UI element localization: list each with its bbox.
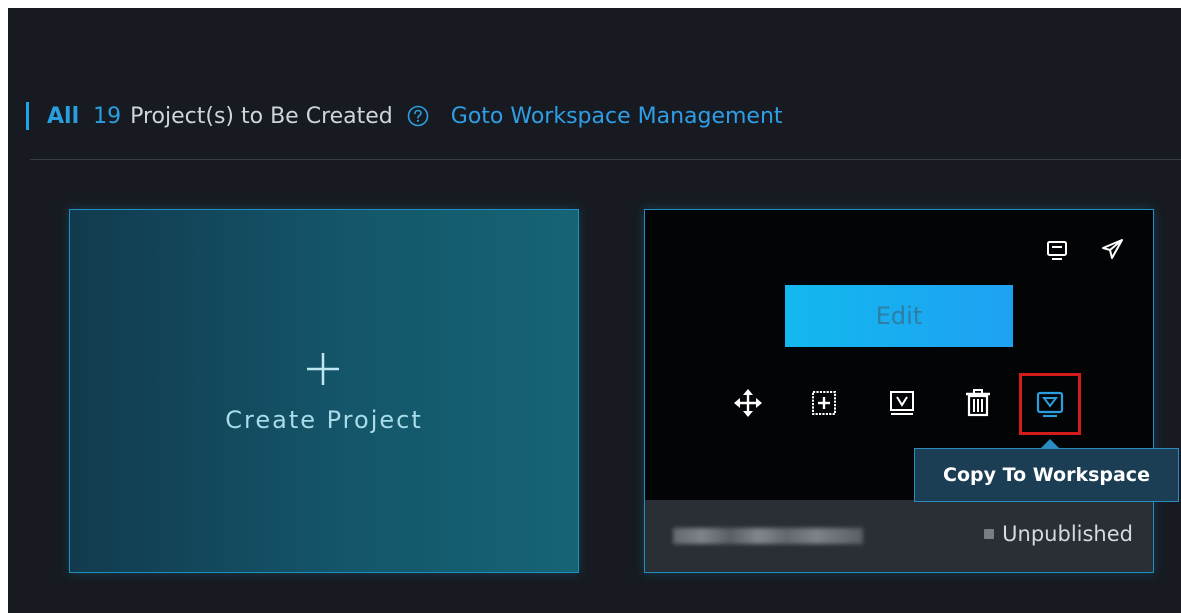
create-project-card[interactable]: Create Project: [69, 209, 579, 573]
preview-icon[interactable]: [887, 388, 917, 418]
filter-all-tab[interactable]: All: [47, 104, 79, 129]
move-icon[interactable]: [733, 388, 763, 418]
delete-icon[interactable]: [963, 388, 993, 418]
card-footer: Unpublished: [645, 500, 1153, 572]
header-divider: [30, 159, 1181, 160]
screen-icon[interactable]: [1045, 238, 1069, 262]
project-name-redacted: [673, 528, 863, 544]
goto-workspace-management-link[interactable]: Goto Workspace Management: [451, 104, 783, 129]
workspace-canvas: All 19 Project(s) to Be Created Goto Wor…: [8, 8, 1181, 613]
header-accent-bar: [26, 102, 29, 130]
copy-to-workspace-tooltip: Copy To Workspace: [914, 448, 1179, 502]
status-dot-icon: [984, 529, 995, 539]
plus-icon: [307, 353, 339, 385]
question-circle-icon[interactable]: [407, 105, 429, 127]
page-header: All 19 Project(s) to Be Created Goto Wor…: [26, 98, 783, 134]
copy-to-workspace-icon: [1036, 391, 1064, 418]
edit-button[interactable]: Edit: [785, 285, 1013, 347]
status-badge: Unpublished: [984, 522, 1133, 546]
add-icon[interactable]: [809, 388, 839, 418]
create-project-label: Create Project: [225, 406, 423, 434]
send-icon[interactable]: [1100, 237, 1124, 261]
copy-to-workspace-button[interactable]: [1019, 373, 1081, 435]
project-card: Edit Unpublished: [644, 209, 1154, 573]
header-caption: Project(s) to Be Created: [130, 103, 393, 129]
status-label: Unpublished: [1002, 522, 1133, 546]
tooltip-arrow: [1041, 439, 1059, 448]
project-count: 19: [93, 103, 122, 129]
